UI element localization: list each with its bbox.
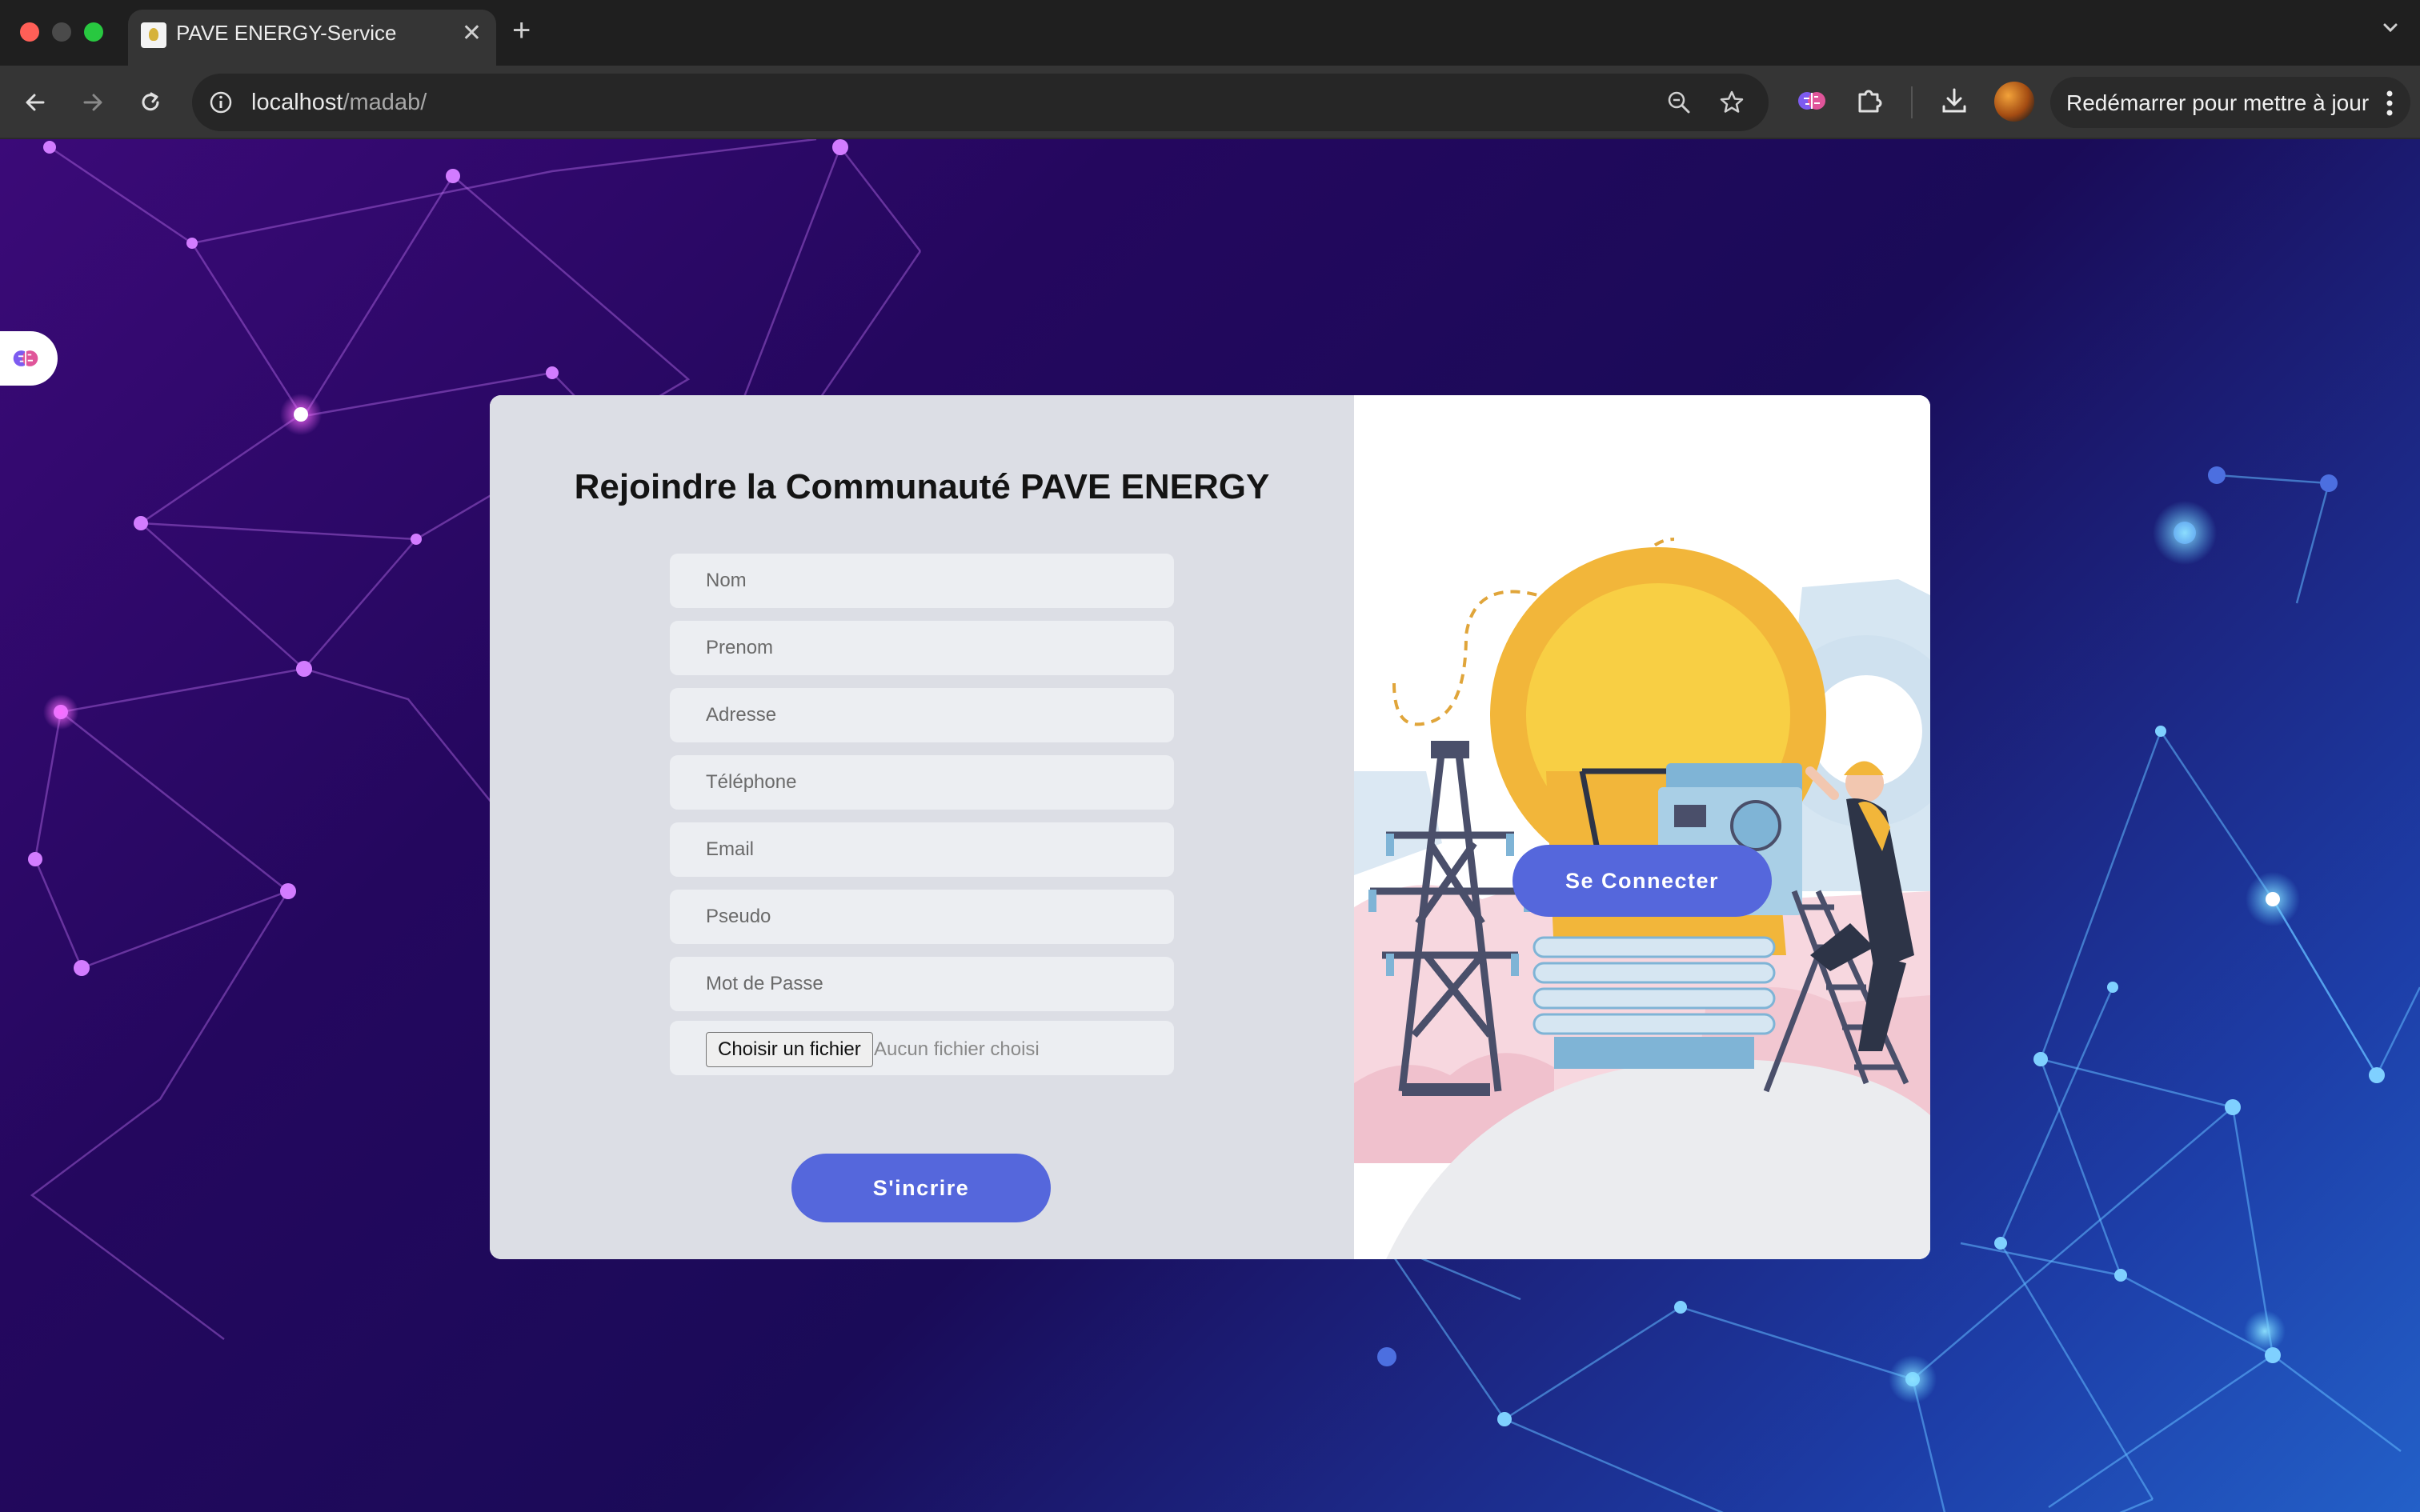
brain-extension-icon[interactable] <box>1796 85 1828 121</box>
nom-input[interactable] <box>670 554 1174 608</box>
tab-title: PAVE ENERGY-Service <box>176 21 397 45</box>
file-status-text: Aucun fichier choisi <box>874 1038 1040 1060</box>
form-title: Rejoindre la Communauté PAVE ENERGY <box>574 467 1270 506</box>
pseudo-input[interactable] <box>670 890 1174 944</box>
browser-toolbar: localhost/madab/ Redémarrer pour mettre … <box>0 66 2420 139</box>
brain-extension-icon <box>13 350 38 366</box>
signup-submit-button[interactable]: S'incrire <box>791 1154 1051 1222</box>
telephone-input[interactable] <box>670 755 1174 810</box>
site-favicon-icon <box>141 22 166 48</box>
brain-extension-sidebar-toggle[interactable] <box>0 331 58 386</box>
illustration-panel: Se Connecter <box>1354 395 1930 1259</box>
signup-form-panel: Rejoindre la Communauté PAVE ENERGY Choi… <box>490 395 1354 1259</box>
download-icon[interactable] <box>1938 85 1970 121</box>
prenom-input[interactable] <box>670 621 1174 675</box>
kebab-menu-icon[interactable] <box>2385 90 2394 121</box>
puzzle-extension-icon[interactable] <box>1853 85 1885 121</box>
update-label: Redémarrer pour mettre à jour <box>2066 90 2370 115</box>
login-button[interactable]: Se Connecter <box>1512 845 1772 917</box>
zoom-icon[interactable] <box>1665 88 1693 121</box>
registration-card: Rejoindre la Communauté PAVE ENERGY Choi… <box>490 395 1930 1259</box>
url-host: localhost <box>251 90 343 115</box>
forward-arrow-icon[interactable] <box>75 85 110 120</box>
window-close-button[interactable] <box>20 22 39 42</box>
browser-tab-strip: PAVE ENERGY-Service ✕ + <box>0 0 2420 66</box>
email-input[interactable] <box>670 822 1174 877</box>
back-arrow-icon[interactable] <box>18 85 53 120</box>
url-text: localhost/madab/ <box>251 90 427 116</box>
adresse-input[interactable] <box>670 688 1174 742</box>
browser-tab-active[interactable]: PAVE ENERGY-Service ✕ <box>128 10 496 66</box>
energy-lightbulb-illustration <box>1354 538 1930 1259</box>
page-viewport: Rejoindre la Communauté PAVE ENERGY Choi… <box>0 139 2420 1512</box>
reload-icon[interactable] <box>133 85 168 120</box>
plus-icon[interactable]: + <box>512 13 531 48</box>
window-minimize-button[interactable] <box>52 22 71 42</box>
toolbar-divider <box>1911 86 1913 118</box>
address-bar[interactable]: localhost/madab/ <box>192 74 1769 131</box>
close-icon[interactable]: ✕ <box>462 19 482 48</box>
chevron-down-icon[interactable] <box>2378 16 2402 44</box>
choose-file-button[interactable]: Choisir un fichier <box>706 1032 873 1067</box>
profile-avatar[interactable] <box>1994 82 2034 122</box>
window-zoom-button[interactable] <box>84 22 103 42</box>
restart-to-update-button[interactable]: Redémarrer pour mettre à jour <box>2050 77 2410 128</box>
bookmark-star-icon[interactable] <box>1717 88 1746 121</box>
url-path: /madab/ <box>343 90 427 115</box>
file-upload-field: Choisir un fichier Aucun fichier choisi <box>670 1021 1174 1075</box>
info-icon[interactable] <box>208 90 234 119</box>
password-input[interactable] <box>670 957 1174 1011</box>
